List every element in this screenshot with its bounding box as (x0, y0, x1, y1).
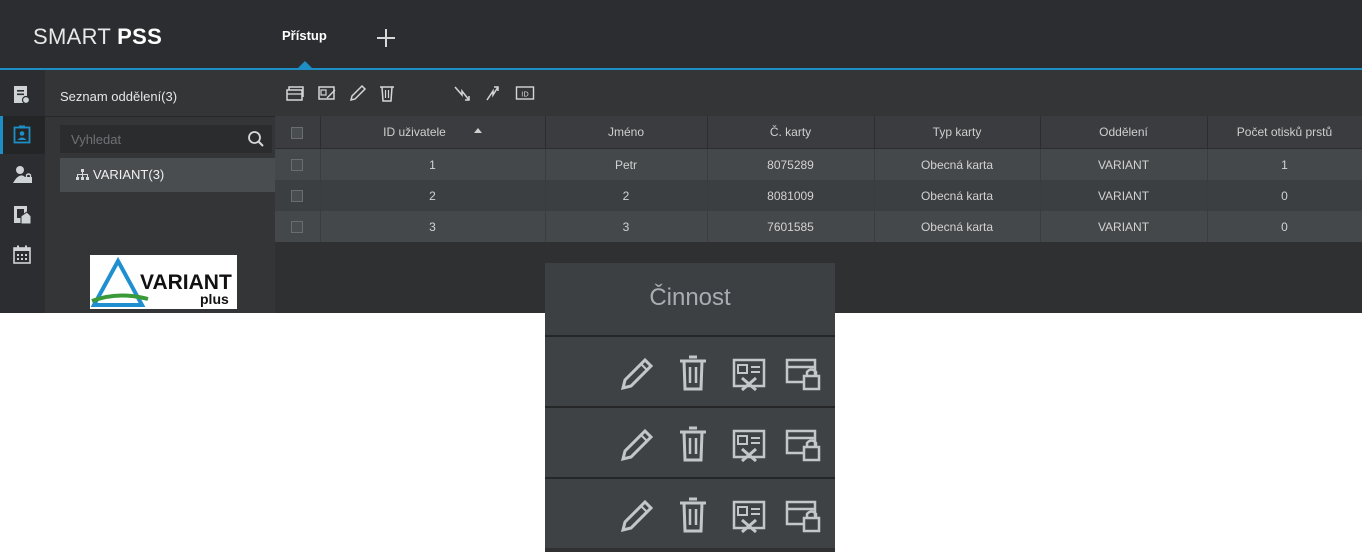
delete-icon[interactable] (675, 496, 711, 534)
cell-user-id: 2 (320, 180, 546, 211)
id-card-icon[interactable]: ID (515, 84, 535, 102)
svg-text:plus: plus (200, 291, 229, 307)
delete-icon[interactable] (377, 84, 397, 102)
batch-add-icon[interactable] (285, 84, 305, 102)
add-tab-button[interactable] (376, 28, 396, 48)
edit-icon[interactable] (617, 425, 653, 463)
table-row[interactable]: 3 3 7601585 Obecná karta VARIANT 0 (275, 211, 1362, 242)
top-bar: SMART PSS Přístup (0, 0, 1362, 70)
org-tree-icon (76, 169, 89, 180)
active-tab-indicator (298, 61, 312, 68)
cell-name: 2 (545, 180, 708, 211)
row-checkbox[interactable] (291, 190, 304, 203)
column-header-department[interactable]: Oddělení (1040, 116, 1208, 149)
divider (45, 116, 275, 117)
select-all-cell (275, 116, 321, 149)
tree-item-label: VARIANT(3) (93, 167, 165, 182)
column-header-card-type[interactable]: Typ karty (874, 116, 1041, 149)
rail-item-users[interactable] (0, 116, 45, 154)
variant-plus-logo: VARIANT plus (90, 255, 237, 309)
tab-pristup[interactable]: Přístup (276, 0, 356, 68)
edit-icon[interactable] (617, 354, 653, 392)
user-toolbar: ID (275, 70, 1362, 116)
sort-ascending-icon (473, 128, 482, 134)
cell-card-no: 8075289 (707, 148, 875, 180)
action-column-zoom: Činnost (545, 263, 835, 552)
export-icon[interactable] (483, 84, 503, 102)
cancel-card-icon[interactable] (731, 425, 767, 463)
app-brand: SMART PSS (33, 24, 163, 49)
import-icon[interactable] (452, 84, 472, 102)
rail-item-schedule[interactable] (0, 236, 45, 274)
cell-department: VARIANT (1040, 180, 1208, 211)
row-select-cell (275, 211, 321, 242)
cell-user-id: 3 (320, 211, 546, 242)
department-tree-item-variant[interactable]: VARIANT(3) (60, 158, 275, 192)
cell-card-no: 8081009 (707, 180, 875, 211)
cell-name: Petr (545, 148, 708, 180)
row-checkbox[interactable] (291, 159, 304, 172)
department-search (60, 125, 272, 153)
search-input[interactable] (61, 126, 241, 152)
cancel-card-icon[interactable] (731, 354, 767, 392)
row-select-cell (275, 148, 321, 180)
tab-label: Přístup (282, 28, 327, 43)
delete-icon[interactable] (675, 354, 711, 392)
row-select-cell (275, 180, 321, 211)
report-icon (14, 86, 31, 105)
door-icon (14, 206, 32, 225)
edit-icon[interactable] (348, 84, 368, 102)
cell-department: VARIANT (1040, 211, 1208, 242)
rail-item-door[interactable] (0, 196, 45, 234)
cell-user-id: 1 (320, 148, 546, 180)
cell-department: VARIANT (1040, 148, 1208, 180)
action-column-header: Činnost (545, 263, 835, 335)
lock-card-icon[interactable] (785, 354, 821, 392)
action-row (545, 408, 835, 477)
cancel-card-icon[interactable] (731, 496, 767, 534)
lock-card-icon[interactable] (785, 496, 821, 534)
rail-item-report[interactable] (0, 76, 45, 114)
column-header-name[interactable]: Jméno (545, 116, 708, 149)
cell-card-type: Obecná karta (874, 148, 1041, 180)
user-card-icon (13, 125, 31, 144)
cell-card-type: Obecná karta (874, 211, 1041, 242)
user-lock-icon (13, 166, 32, 183)
cell-fingerprints: 0 (1207, 211, 1362, 242)
table-row[interactable]: 1 Petr 8075289 Obecná karta VARIANT 1 (275, 148, 1362, 180)
rail-item-access[interactable] (0, 156, 45, 194)
cell-fingerprints: 0 (1207, 180, 1362, 211)
delete-icon[interactable] (675, 425, 711, 463)
edit-icon[interactable] (617, 496, 653, 534)
module-rail (0, 70, 45, 313)
cell-card-no: 7601585 (707, 211, 875, 242)
svg-text:ID: ID (521, 91, 528, 99)
column-header-fingerprints[interactable]: Počet otisků prstů (1207, 116, 1362, 149)
action-header-label: Činnost (649, 284, 731, 311)
action-row (545, 479, 835, 548)
table-row[interactable]: 2 2 8081009 Obecná karta VARIANT 0 (275, 180, 1362, 211)
card-issue-icon[interactable] (317, 84, 337, 102)
column-header-card-no[interactable]: Č. karty (707, 116, 875, 149)
calendar-icon (13, 245, 31, 264)
search-icon[interactable] (247, 130, 265, 148)
department-list-title: Seznam oddělení(3) (60, 89, 178, 104)
department-panel: Seznam oddělení(3) VARIANT(3) VAR (45, 70, 275, 313)
cell-card-type: Obecná karta (874, 180, 1041, 211)
column-header-user-id[interactable]: ID uživatele (320, 116, 546, 149)
row-checkbox[interactable] (291, 221, 304, 234)
cell-fingerprints: 1 (1207, 148, 1362, 180)
lock-card-icon[interactable] (785, 425, 821, 463)
select-all-checkbox[interactable] (291, 126, 304, 139)
action-row (545, 337, 835, 406)
table-header-row: ID uživatele Jméno Č. karty Typ karty Od… (275, 116, 1362, 149)
cell-name: 3 (545, 211, 708, 242)
